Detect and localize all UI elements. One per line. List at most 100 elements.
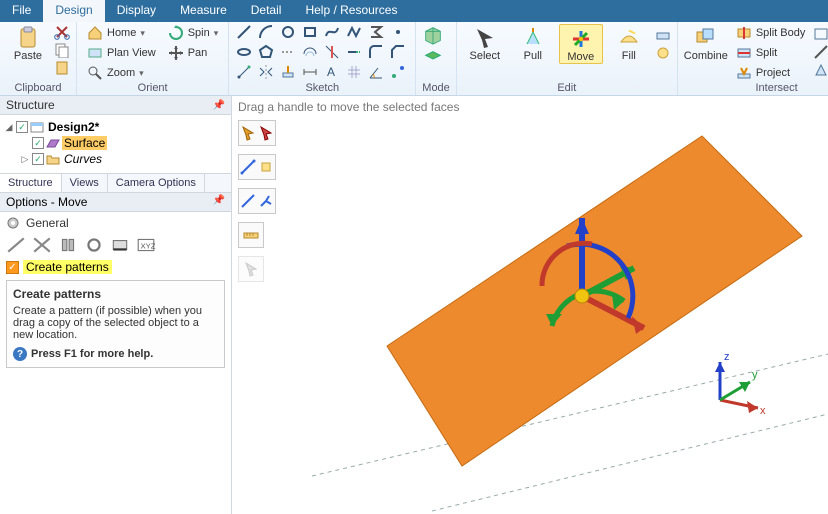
curves-checkbox[interactable]: ✓	[32, 153, 44, 165]
fill-button[interactable]: Fill	[607, 24, 651, 62]
scene-canvas[interactable]	[232, 96, 828, 514]
pan-label: Pan	[188, 47, 208, 59]
edit-extra2-icon[interactable]	[655, 45, 671, 61]
sketch-sigma-icon[interactable]	[367, 24, 385, 40]
spin-button[interactable]: Spin▾	[164, 24, 223, 42]
create-patterns-checkbox[interactable]: ✓	[6, 261, 19, 274]
sketch-circle-icon[interactable]	[279, 24, 297, 40]
options-panel-title: Options - Move 📌	[0, 193, 231, 212]
3d-viewport[interactable]: Drag a handle to move the selected faces	[232, 96, 828, 514]
intersect-ex1-icon[interactable]	[813, 26, 828, 42]
sketch-line-icon[interactable]	[235, 24, 253, 40]
sketch-ellipse-icon[interactable]	[235, 44, 253, 60]
planview-label: Plan View	[107, 47, 156, 59]
options-pin-icon[interactable]: 📌	[213, 195, 225, 209]
options-tool-icons: XYZ	[0, 234, 231, 258]
paste-button[interactable]: Paste	[6, 24, 50, 62]
select-button[interactable]: Select	[463, 24, 507, 62]
tree-curves-row[interactable]: ▷ ✓ Curves	[4, 151, 227, 167]
edit-extra1-icon[interactable]	[655, 27, 671, 43]
pin-icon[interactable]: 📌	[213, 100, 225, 111]
home-view-button[interactable]: Home▾	[83, 24, 160, 42]
project-button[interactable]: Project	[732, 64, 810, 82]
pan-button[interactable]: Pan	[164, 44, 223, 62]
root-checkbox[interactable]: ✓	[16, 121, 28, 133]
mode-3d-icon[interactable]	[422, 24, 444, 46]
cut-icon[interactable]	[54, 24, 70, 40]
sketch-move-icon[interactable]	[235, 64, 253, 80]
split-body-button[interactable]: Split Body	[732, 24, 810, 42]
sketch-extend-icon[interactable]	[345, 44, 363, 60]
menu-file[interactable]: File	[0, 0, 43, 22]
plan-view-button[interactable]: Plan View	[83, 44, 160, 62]
combine-button[interactable]: Combine	[684, 24, 728, 62]
create-patterns-option[interactable]: ✓ Create patterns	[0, 258, 231, 276]
opt-tool6-icon[interactable]: XYZ	[136, 236, 156, 254]
surface-checkbox[interactable]: ✓	[32, 137, 44, 149]
clipboard-icon[interactable]	[54, 60, 70, 76]
copy-icon[interactable]	[54, 42, 70, 58]
sketch-spline-icon[interactable]	[323, 24, 341, 40]
intersect-ex6-icon[interactable]	[813, 62, 828, 78]
collapse-icon[interactable]: ◢	[4, 122, 14, 133]
sketch-point-icon[interactable]	[389, 24, 407, 40]
sketch-dimension-icon[interactable]	[301, 64, 319, 80]
pull-button[interactable]: Pull	[511, 24, 555, 62]
tree-surface-row[interactable]: ✓ Surface	[4, 135, 227, 151]
opt-tool2-icon[interactable]	[32, 236, 52, 254]
move-button[interactable]: Move	[559, 24, 603, 64]
fill-label: Fill	[622, 50, 636, 62]
sketch-misc-icon[interactable]	[389, 64, 407, 80]
tab-camera-options[interactable]: Camera Options	[108, 174, 205, 192]
ribbon-group-edit: Select Pull Move Fill Edit	[457, 22, 678, 95]
axis-y-label: y	[752, 369, 758, 381]
options-general-row[interactable]: General	[0, 212, 231, 234]
opt-tool1-icon[interactable]	[6, 236, 26, 254]
tree-root-row[interactable]: ◢ ✓ Design2*	[4, 119, 227, 135]
tab-structure[interactable]: Structure	[0, 174, 62, 192]
sketch-text-icon[interactable]: A	[323, 64, 341, 80]
opt-tool4-icon[interactable]	[84, 236, 104, 254]
sketch-tool-grid: A	[235, 24, 409, 82]
split-label: Split	[756, 47, 777, 59]
structure-panel-title: Structure 📌	[0, 96, 231, 115]
combine-label: Combine	[684, 50, 728, 62]
group-title-sketch: Sketch	[235, 82, 409, 95]
structure-tabs: Structure Views Camera Options	[0, 173, 231, 193]
ribbon: Paste Clipboard Home▾ Plan View Zoom▾ Sp…	[0, 22, 828, 96]
sketch-angle-icon[interactable]	[367, 64, 385, 80]
menu-display[interactable]: Display	[105, 0, 168, 22]
orientation-triad[interactable]: z x y	[702, 348, 772, 418]
menu-design[interactable]: Design	[43, 0, 104, 22]
sketch-trim-icon[interactable]	[323, 44, 341, 60]
sketch-chamfer-icon[interactable]	[389, 44, 407, 60]
group-title-orient: Orient	[83, 82, 222, 95]
menu-measure[interactable]: Measure	[168, 0, 239, 22]
sketch-offset-icon[interactable]	[301, 44, 319, 60]
menu-detail[interactable]: Detail	[239, 0, 294, 22]
tab-views[interactable]: Views	[62, 174, 108, 192]
sketch-mirror-icon[interactable]	[257, 64, 275, 80]
sketch-polyline-icon[interactable]	[345, 24, 363, 40]
zoom-button[interactable]: Zoom▾	[83, 64, 160, 82]
sketch-construction-icon[interactable]	[279, 44, 297, 60]
sketch-grid-icon[interactable]	[345, 64, 363, 80]
expand-icon[interactable]: ▷	[20, 154, 30, 165]
opt-tool5-icon[interactable]	[110, 236, 130, 254]
menu-help[interactable]: Help / Resources	[293, 0, 409, 22]
sketch-polygon-icon[interactable]	[257, 44, 275, 60]
split-button[interactable]: Split	[732, 44, 810, 62]
mode-sketch-icon[interactable]	[422, 48, 444, 70]
sketch-arc-icon[interactable]	[257, 24, 275, 40]
tip-help-row: ? Press F1 for more help.	[13, 347, 218, 361]
sketch-rect-icon[interactable]	[301, 24, 319, 40]
ribbon-group-mode: Mode	[416, 22, 457, 95]
sketch-project-icon[interactable]	[279, 64, 297, 80]
opt-tool3-icon[interactable]	[58, 236, 78, 254]
help-label: Press F1 for more help.	[31, 348, 153, 360]
sketch-fillet-icon[interactable]	[367, 44, 385, 60]
root-label: Design2*	[46, 120, 101, 134]
ribbon-group-clipboard: Paste Clipboard	[0, 22, 77, 95]
surface-icon	[46, 136, 60, 150]
intersect-ex4-icon[interactable]	[813, 44, 828, 60]
